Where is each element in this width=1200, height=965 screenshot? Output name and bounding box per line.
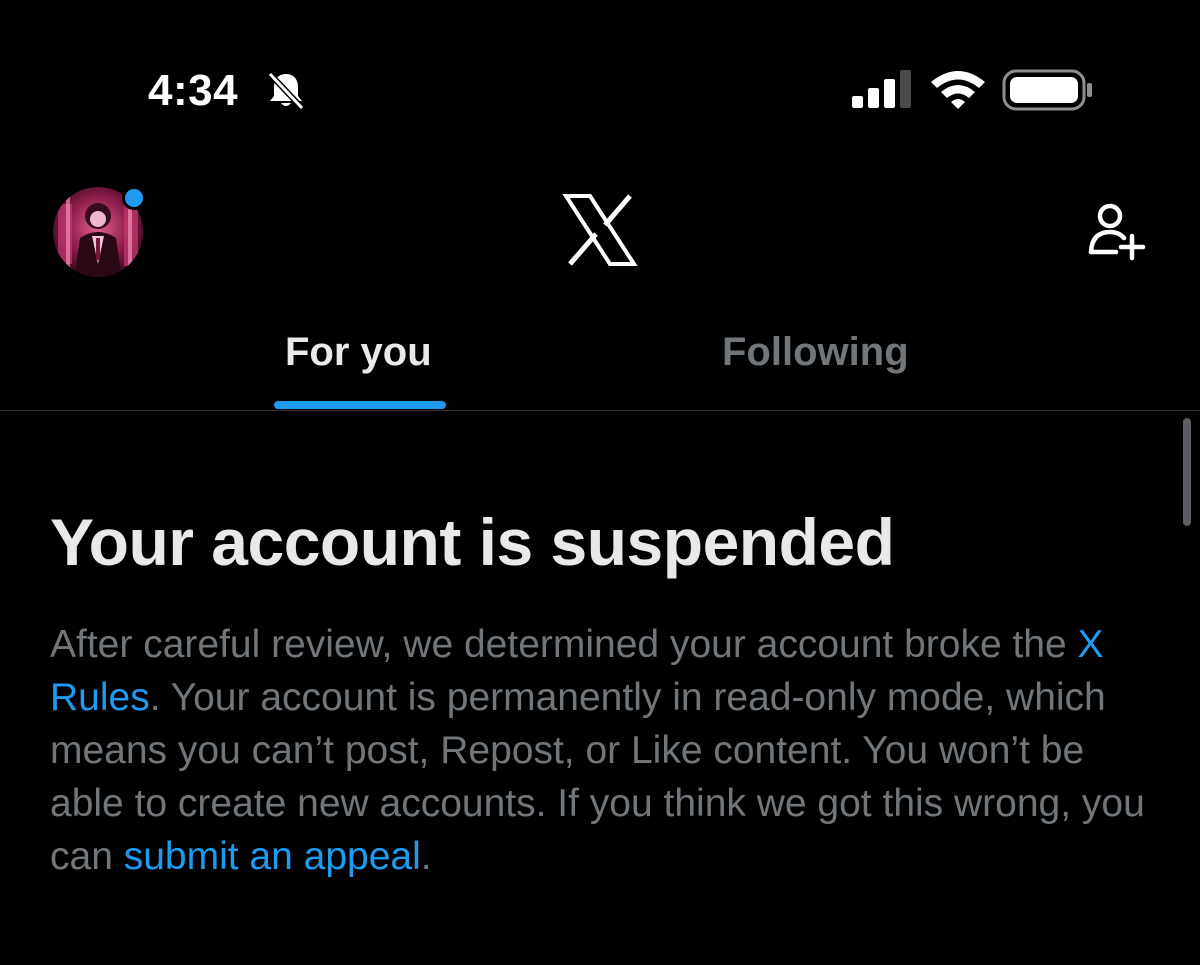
tab-for-you[interactable]: For you xyxy=(285,328,432,376)
status-time: 4:34 xyxy=(148,66,239,115)
suspension-title: Your account is suspended xyxy=(50,505,895,579)
suspension-message: After careful review, we determined your… xyxy=(50,618,1150,883)
timeline-tabs: For you Following xyxy=(0,310,1200,411)
wifi-icon xyxy=(931,71,985,109)
tab-following[interactable]: Following xyxy=(722,328,909,376)
app-screen: 4:34 For you Following Your account is s… xyxy=(0,0,1200,965)
notification-dot xyxy=(122,186,146,210)
active-tab-indicator xyxy=(274,401,446,409)
bell-muted-icon xyxy=(267,71,305,111)
submit-appeal-link[interactable]: submit an appeal xyxy=(124,835,421,878)
follow-user-icon[interactable] xyxy=(1086,200,1148,262)
message-text-part1: After careful review, we determined your… xyxy=(50,623,1078,666)
top-header xyxy=(0,170,1200,300)
battery-icon xyxy=(1002,69,1092,111)
scrollbar[interactable] xyxy=(1183,418,1191,526)
suspension-notice: Your account is suspended After careful … xyxy=(50,500,1150,883)
signal-icon xyxy=(852,70,911,108)
x-logo-icon[interactable] xyxy=(562,194,638,266)
status-bar: 4:34 xyxy=(0,0,1200,130)
message-text-part3: . xyxy=(420,835,432,878)
